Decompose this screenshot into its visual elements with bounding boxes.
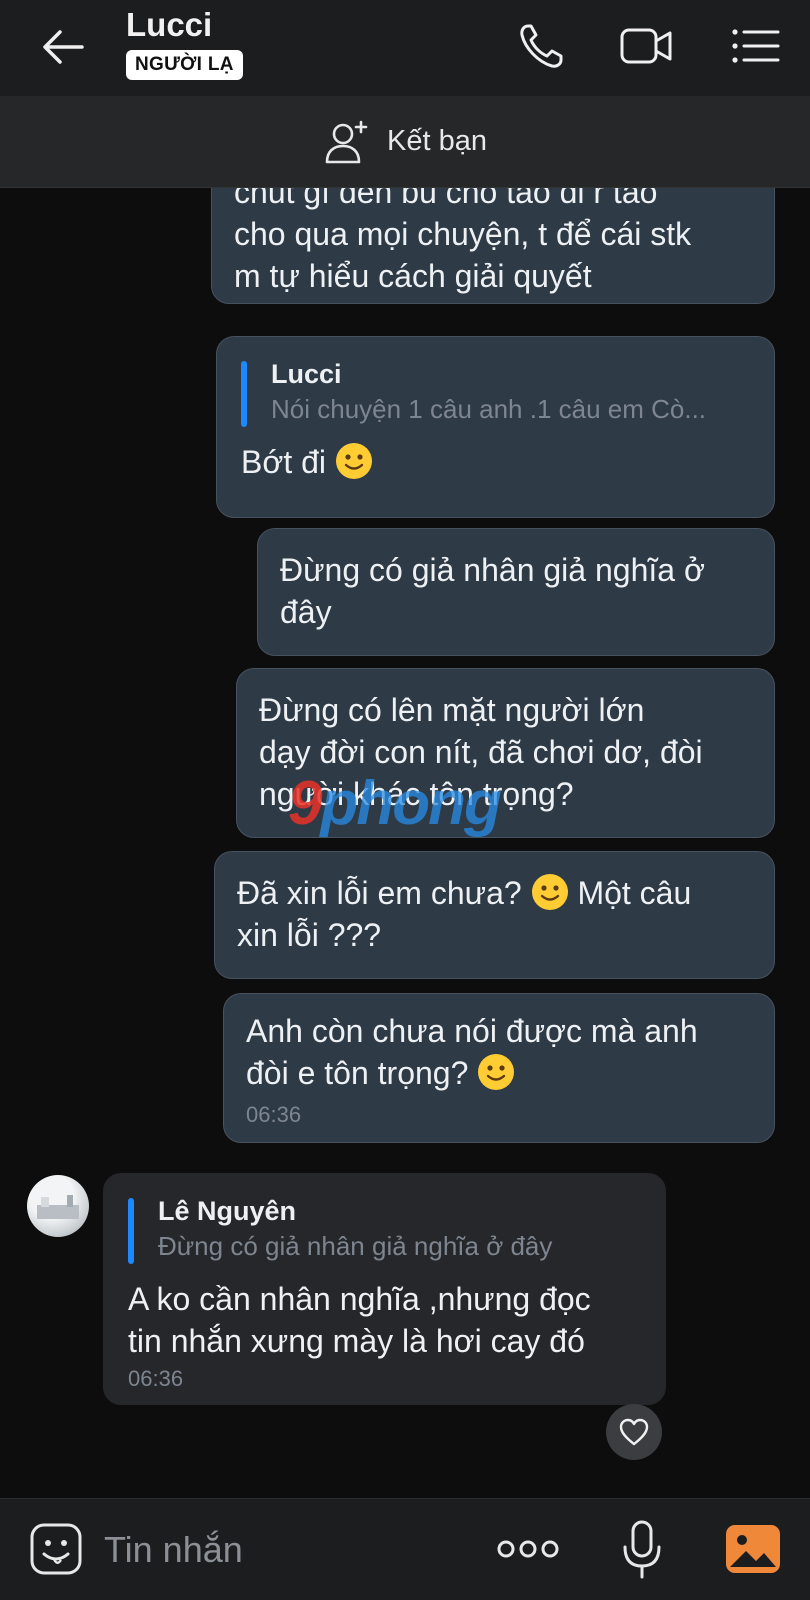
composer-bar: Tin nhắn xyxy=(0,1498,810,1600)
chat-header: Lucci NGƯỜI LẠ xyxy=(0,0,810,96)
stranger-badge: NGƯỜI LẠ xyxy=(126,50,243,80)
avatar-photo-icon xyxy=(37,1195,79,1219)
reply-quote[interactable]: Lê Nguyên Đừng có giả nhân giả nghĩa ở đ… xyxy=(128,1194,641,1264)
sticker-icon[interactable] xyxy=(28,1521,84,1577)
message-time: 06:36 xyxy=(128,1366,184,1391)
smile-emoji-icon xyxy=(335,443,372,479)
message-bubble[interactable]: Đừng có giả nhân giả nghĩa ở đây xyxy=(257,528,775,656)
add-friend-label: Kết bạn xyxy=(387,125,487,157)
phone-call-icon[interactable] xyxy=(514,18,570,74)
quote-sender: Lucci xyxy=(271,359,342,389)
message-line: Bớt đi xyxy=(241,441,750,483)
message-bubble[interactable]: chút gì đến bù cho tao đi r tao cho qua … xyxy=(211,188,775,304)
message-text: Đừng có giả nhân giả nghĩa ở đây xyxy=(280,552,705,630)
image-gallery-icon[interactable] xyxy=(724,1523,782,1575)
heart-icon xyxy=(619,1418,649,1446)
back-arrow-icon[interactable] xyxy=(38,22,88,72)
reply-quote[interactable]: Lucci Nói chuyện 1 câu anh .1 câu em Cò.… xyxy=(241,357,750,427)
menu-list-icon[interactable] xyxy=(728,18,784,74)
sender-avatar[interactable] xyxy=(27,1175,89,1237)
message-bubble-incoming[interactable]: Lê Nguyên Đừng có giả nhân giả nghĩa ở đ… xyxy=(103,1173,666,1405)
message-time: 06:36 xyxy=(246,1102,302,1127)
smile-emoji-icon xyxy=(531,874,568,910)
message-input[interactable]: Tin nhắn xyxy=(104,1529,243,1571)
message-text: chút gì đến bù cho tao đi r tao cho qua … xyxy=(234,188,692,294)
watermark-logo: 9phong xyxy=(288,769,502,838)
message-line: Đã xin lỗi em chưa? Một câu xin lỗi ??? xyxy=(237,872,752,956)
message-text: Đã xin lỗi em chưa? xyxy=(237,875,522,911)
quote-bar xyxy=(128,1198,134,1264)
message-text: Anh còn chưa nói được mà anh đòi e tôn t… xyxy=(246,1013,698,1091)
smile-emoji-icon xyxy=(478,1054,515,1090)
message-bubble[interactable]: Lucci Nói chuyện 1 câu anh .1 câu em Cò.… xyxy=(216,336,775,518)
add-friend-bar[interactable]: Kết bạn xyxy=(0,96,810,188)
message-text: Bớt đi xyxy=(241,444,327,480)
quote-bar xyxy=(241,361,247,427)
react-heart-button[interactable] xyxy=(606,1404,662,1460)
video-call-icon[interactable] xyxy=(618,18,674,74)
quote-text: Nói chuyện 1 câu anh .1 câu em Cò... xyxy=(271,394,707,424)
quote-sender: Lê Nguyên xyxy=(158,1196,297,1226)
add-friend-icon xyxy=(325,120,368,163)
contact-name[interactable]: Lucci xyxy=(126,6,212,44)
microphone-icon[interactable] xyxy=(620,1519,664,1581)
message-line: Anh còn chưa nói được mà anh đòi e tôn t… xyxy=(246,1010,752,1094)
quote-text: Đừng có giả nhân giả nghĩa ở đây xyxy=(158,1231,553,1261)
message-list[interactable]: chút gì đến bù cho tao đi r tao cho qua … xyxy=(0,188,810,1498)
more-options-icon[interactable] xyxy=(496,1533,560,1565)
message-bubble[interactable]: Anh còn chưa nói được mà anh đòi e tôn t… xyxy=(223,993,775,1143)
message-text: A ko cần nhân nghĩa ,nhưng đọc tin nhắn … xyxy=(128,1281,591,1359)
message-bubble[interactable]: Đã xin lỗi em chưa? Một câu xin lỗi ??? xyxy=(214,851,775,979)
